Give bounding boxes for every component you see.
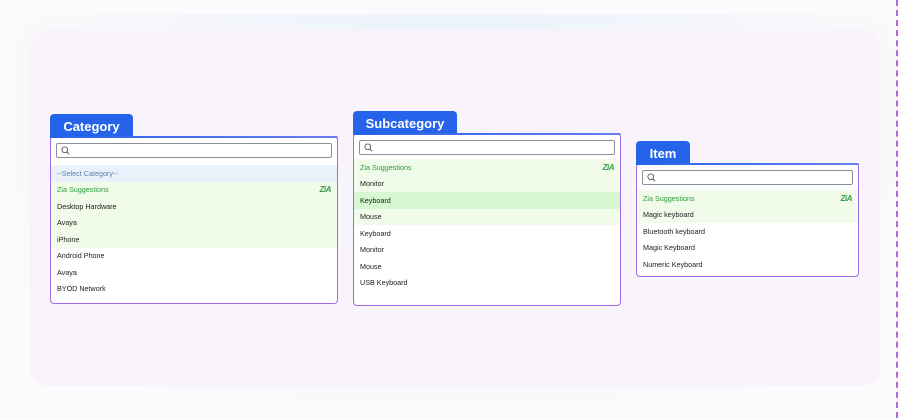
option-label: Keyboard xyxy=(360,195,391,205)
subcategory-dropdown: Subcategory Zia Suggestions ZiA Monitor Key… xyxy=(353,111,622,307)
option-label: Zia Suggestions xyxy=(643,193,695,203)
dropdown-option[interactable]: Magic keyboard xyxy=(637,206,858,223)
option-label: Mouse xyxy=(360,212,382,222)
dropdown-option[interactable]: Monitor xyxy=(354,175,620,192)
dropdown-option[interactable]: Android Phone xyxy=(51,248,337,265)
dropdown-option[interactable]: USB Keyboard xyxy=(354,275,620,292)
option-label: Monitor xyxy=(360,245,384,255)
search-icon xyxy=(364,143,373,152)
category-list-box: --Select Category-- Zia Suggestions ZiA Des… xyxy=(50,136,338,304)
page: Category --Select Category-- Zia Suggesti… xyxy=(0,0,900,418)
dropdown-option[interactable]: Avaya xyxy=(51,214,337,231)
dropdown-option[interactable]: iPhone xyxy=(51,231,337,248)
category-tab-label: Category xyxy=(50,114,133,138)
subcategory-options: Zia Suggestions ZiA Monitor Keyboard Mouse Ke… xyxy=(354,159,620,291)
dropdown-option[interactable]: Keyboard xyxy=(354,192,620,209)
search-icon xyxy=(61,146,70,155)
dropdown-option[interactable]: Mouse xyxy=(354,208,620,225)
category-options: --Select Category-- Zia Suggestions ZiA Des… xyxy=(51,165,337,297)
item-tab-label: Item xyxy=(636,141,690,165)
search-icon xyxy=(647,173,656,182)
dropdown-option[interactable]: --Select Category-- xyxy=(51,165,337,182)
subcategory-tab-label: Subcategory xyxy=(353,111,457,135)
category-dropdown: Category --Select Category-- Zia Suggesti… xyxy=(50,114,339,306)
option-label: Android Phone xyxy=(57,251,105,261)
dropdown-option[interactable]: Magic Keyboard xyxy=(637,240,858,257)
option-label: Avaya xyxy=(57,267,77,277)
subcategory-list-box: Zia Suggestions ZiA Monitor Keyboard Mouse Ke… xyxy=(353,133,621,306)
option-label: Mouse xyxy=(360,261,382,271)
dropdown-showcase-card: Category --Select Category-- Zia Suggesti… xyxy=(30,30,880,386)
subcategory-search-input[interactable] xyxy=(359,140,615,155)
option-label: Avaya xyxy=(57,218,77,228)
option-label: USB Keyboard xyxy=(360,278,408,288)
zia-logo-icon: ZiA xyxy=(319,185,332,195)
zia-suggestions-header: Zia Suggestions ZiA xyxy=(637,190,858,207)
dropdown-option[interactable]: Keyboard xyxy=(354,225,620,242)
item-search-input[interactable] xyxy=(642,170,853,185)
option-label: iPhone xyxy=(57,234,80,244)
item-dropdown: Item Zia Suggestions ZiA Magic keyboard Blu… xyxy=(636,141,860,278)
dropdown-option[interactable]: Mouse xyxy=(354,258,620,275)
dropdown-option[interactable]: Monitor xyxy=(354,242,620,259)
option-label: --Select Category-- xyxy=(57,168,118,178)
zia-suggestions-header: Zia Suggestions ZiA xyxy=(51,181,337,198)
option-label: Zia Suggestions xyxy=(360,162,412,172)
dropdown-option[interactable]: Bluetooth keyboard xyxy=(637,223,858,240)
zia-logo-icon: ZiA xyxy=(840,193,853,203)
dropdown-option[interactable]: Numeric Keyboard xyxy=(637,256,858,273)
dashed-divider xyxy=(896,0,898,418)
option-label: Zia Suggestions xyxy=(57,185,109,195)
option-label: Magic keyboard xyxy=(643,210,694,220)
option-label: Numeric Keyboard xyxy=(643,259,703,269)
option-label: Bluetooth keyboard xyxy=(643,226,705,236)
zia-logo-icon: ZiA xyxy=(602,162,615,172)
category-search-input[interactable] xyxy=(56,143,332,158)
dropdown-option[interactable]: Avaya xyxy=(51,264,337,281)
item-options: Zia Suggestions ZiA Magic keyboard Bluetoot… xyxy=(637,190,858,273)
dropdown-option[interactable]: BYOD Network xyxy=(51,281,337,298)
zia-suggestions-header: Zia Suggestions ZiA xyxy=(354,159,620,176)
option-label: Magic Keyboard xyxy=(643,243,695,253)
option-label: Keyboard xyxy=(360,228,391,238)
item-list-box: Zia Suggestions ZiA Magic keyboard Bluetoot… xyxy=(636,163,859,277)
option-label: Monitor xyxy=(360,179,384,189)
option-label: BYOD Network xyxy=(57,284,106,294)
dropdown-option[interactable]: Desktop Hardware xyxy=(51,198,337,215)
option-label: Desktop Hardware xyxy=(57,201,117,211)
